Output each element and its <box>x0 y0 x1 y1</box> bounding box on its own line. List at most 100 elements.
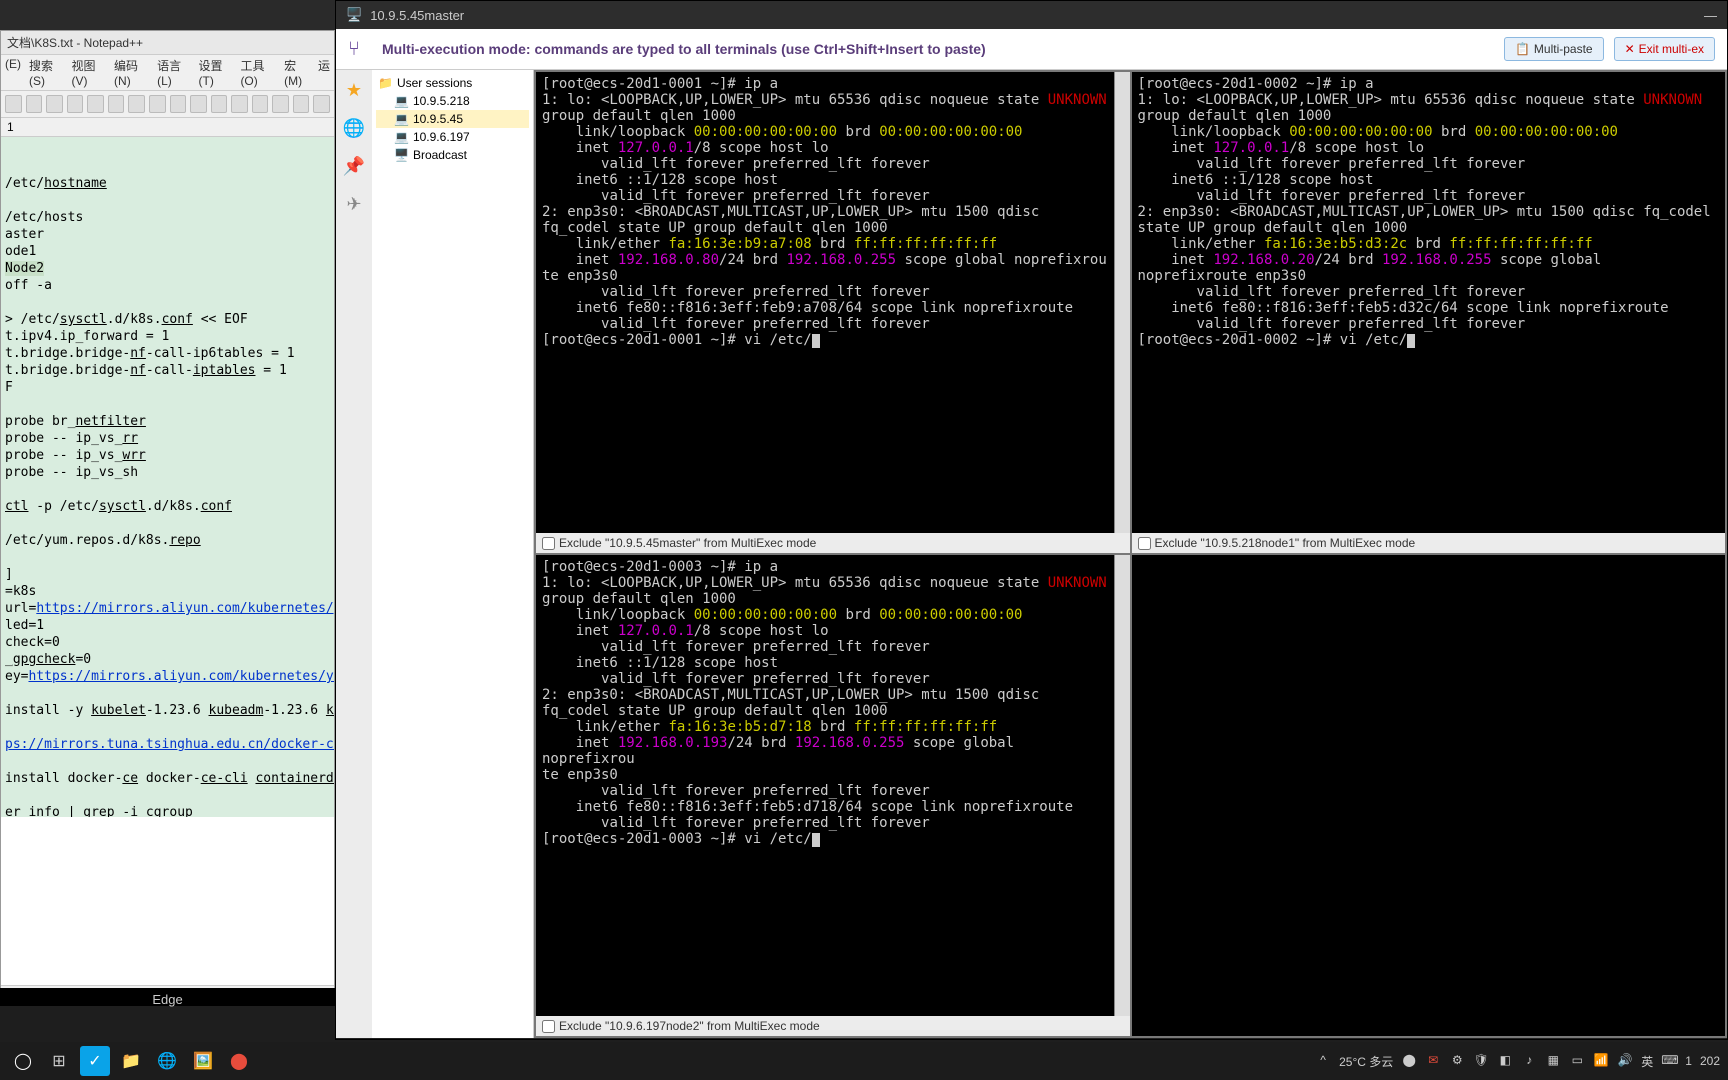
menu-tools[interactable]: 工具(O) <box>240 57 276 88</box>
system-tray[interactable]: ^ 25°C 多云 ⬤ ✉ ⚙ 🛡 ◧ ♪ ▦ ▭ 📶 🔊 英 ⌨ 1 202 <box>1315 1053 1720 1070</box>
menu-macro[interactable]: 宏(M) <box>284 57 310 88</box>
tb-save-icon[interactable] <box>46 95 63 113</box>
tb-wrap-icon[interactable] <box>293 95 310 113</box>
exclude-checkbox-2[interactable] <box>1138 537 1151 550</box>
plane-icon[interactable]: ✈ <box>342 192 366 216</box>
menu-edit[interactable]: (E) <box>5 57 21 88</box>
menu-run[interactable]: 运 <box>318 57 330 88</box>
tray-icon-5[interactable]: ◧ <box>1497 1053 1513 1069</box>
exit-multiexec-button[interactable]: ✕ Exit multi-ex <box>1614 37 1715 61</box>
terminal-3[interactable]: [root@ecs-20d1-0003 ~]# ip a 1: lo: <LOO… <box>536 555 1114 1016</box>
terminal-2-wrap: [root@ecs-20d1-0002 ~]# ip a 1: lo: <LOO… <box>1132 72 1726 553</box>
multi-paste-button[interactable]: 📋 Multi-paste <box>1504 37 1604 61</box>
tray-icon-2[interactable]: ✉ <box>1425 1053 1441 1069</box>
tb-print-icon[interactable] <box>108 95 125 113</box>
moba-window: 🖥️ 10.9.5.45master — ⑂ Multi-execution m… <box>335 0 1728 1040</box>
explorer-icon[interactable]: 📁 <box>116 1046 146 1076</box>
tb-redo-icon[interactable] <box>211 95 228 113</box>
pin-icon[interactable]: 📌 <box>342 154 366 178</box>
edge-icon[interactable]: 🌐 <box>152 1046 182 1076</box>
menu-view[interactable]: 视图(V) <box>72 57 107 88</box>
notepad-title: 文档\K8S.txt - Notepad++ <box>1 31 334 55</box>
minimize-icon[interactable]: — <box>1704 8 1717 23</box>
notepad-menu[interactable]: (E) 搜索(S) 视图(V) 编码(N) 语言(L) 设置(T) 工具(O) … <box>1 55 334 91</box>
menu-language[interactable]: 语言(L) <box>157 57 190 88</box>
tb-close-icon[interactable] <box>87 95 104 113</box>
session-icon: 💻 <box>394 130 409 144</box>
moba-icon: 🖥️ <box>346 7 362 23</box>
star-icon[interactable]: ★ <box>342 78 366 102</box>
folder-icon: 📁 <box>378 76 393 90</box>
menu-settings[interactable]: 设置(T) <box>199 57 233 88</box>
menu-encoding[interactable]: 编码(N) <box>114 57 149 88</box>
exclude-label-2: Exclude "10.9.5.218node1" from MultiExec… <box>1155 536 1416 550</box>
clock-date[interactable]: 202 <box>1700 1054 1720 1068</box>
tray-icon-3[interactable]: ⚙ <box>1449 1053 1465 1069</box>
session-icon: 💻 <box>394 112 409 126</box>
session-10.9.5.45[interactable]: 💻 10.9.5.45 <box>376 110 529 128</box>
clock-time[interactable]: 1 <box>1685 1054 1692 1068</box>
moba-title-text: 10.9.5.45master <box>370 8 464 23</box>
terminal-1-wrap: [root@ecs-20d1-0001 ~]# ip a 1: lo: <LOO… <box>536 72 1130 553</box>
exclude-bar-3[interactable]: Exclude "10.9.6.197node2" from MultiExec… <box>536 1016 1130 1036</box>
tb-rec-icon[interactable] <box>313 95 330 113</box>
tray-icon-1[interactable]: ⬤ <box>1401 1053 1417 1069</box>
app-2-icon[interactable]: 🖼️ <box>188 1046 218 1076</box>
tb-cut-icon[interactable] <box>128 95 145 113</box>
chevron-up-icon[interactable]: ^ <box>1315 1053 1331 1069</box>
shield-icon[interactable]: 🛡 <box>1473 1053 1489 1069</box>
weather[interactable]: 25°C 多云 <box>1339 1053 1393 1070</box>
session-label: Broadcast <box>413 148 467 162</box>
moba-titlebar: 🖥️ 10.9.5.45master — <box>336 1 1727 29</box>
wifi-icon[interactable]: 📶 <box>1593 1053 1609 1069</box>
tb-find-icon[interactable] <box>231 95 248 113</box>
tb-paste-icon[interactable] <box>170 95 187 113</box>
tb-replace-icon[interactable] <box>252 95 269 113</box>
tray-icon-7[interactable]: ▦ <box>1545 1053 1561 1069</box>
tb-saveall-icon[interactable] <box>67 95 84 113</box>
moba-sidebar: ★ 🌐 📌 ✈ <box>336 70 372 1038</box>
terminal-1[interactable]: [root@ecs-20d1-0001 ~]# ip a 1: lo: <LOO… <box>536 72 1114 533</box>
start-button[interactable]: ◯ <box>8 1046 38 1076</box>
tb-undo-icon[interactable] <box>190 95 207 113</box>
folder-label: User sessions <box>397 76 472 90</box>
notepad-tab[interactable]: 1 <box>1 118 334 137</box>
close-icon: ✕ <box>1625 42 1635 56</box>
keyboard-icon[interactable]: ⌨ <box>1661 1053 1677 1069</box>
paste-icon: 📋 <box>1515 42 1530 56</box>
volume-icon[interactable]: 🔊 <box>1617 1053 1633 1069</box>
app-1-icon[interactable]: ✓ <box>80 1046 110 1076</box>
session-10.9.5.218[interactable]: 💻10.9.5.218 <box>376 92 529 110</box>
terminal-2[interactable]: [root@ecs-20d1-0002 ~]# ip a 1: lo: <LOO… <box>1132 72 1726 533</box>
tb-copy-icon[interactable] <box>149 95 166 113</box>
exclude-checkbox-3[interactable] <box>542 1020 555 1033</box>
session-10.9.6.197[interactable]: 💻10.9.6.197 <box>376 128 529 146</box>
lang-indicator[interactable]: 英 <box>1641 1053 1653 1070</box>
tb-zoom-icon[interactable] <box>272 95 289 113</box>
notepad-toolbar[interactable] <box>1 91 334 118</box>
tray-icon-6[interactable]: ♪ <box>1521 1053 1537 1069</box>
session-label: 10.9.5.45 <box>413 112 463 126</box>
scrollbar[interactable] <box>1114 72 1130 533</box>
notepad-window: 文档\K8S.txt - Notepad++ (E) 搜索(S) 视图(V) 编… <box>0 30 335 1005</box>
menu-search[interactable]: 搜索(S) <box>29 57 64 88</box>
tb-new-icon[interactable] <box>5 95 22 113</box>
taskview-icon[interactable]: ⊞ <box>44 1046 74 1076</box>
exclude-bar-2[interactable]: Exclude "10.9.5.218node1" from MultiExec… <box>1132 533 1726 553</box>
session-label: 10.9.5.218 <box>413 94 470 108</box>
notepad-content[interactable]: /etc/hostname /etc/hosts aster ode1 Node… <box>1 137 334 817</box>
session-Broadcast[interactable]: 🖥️Broadcast <box>376 146 529 164</box>
exclude-label-3: Exclude "10.9.6.197node2" from MultiExec… <box>559 1019 820 1033</box>
battery-icon[interactable]: ▭ <box>1569 1053 1585 1069</box>
terminals-grid: [root@ecs-20d1-0001 ~]# ip a 1: lo: <LOO… <box>534 70 1727 1038</box>
scrollbar[interactable] <box>1114 555 1130 1016</box>
tb-open-icon[interactable] <box>26 95 43 113</box>
edge-label: Edge <box>0 988 335 1006</box>
sessions-folder[interactable]: 📁 User sessions <box>376 74 529 92</box>
exclude-bar-1[interactable]: Exclude "10.9.5.45master" from MultiExec… <box>536 533 1130 553</box>
banner-text: Multi-execution mode: commands are typed… <box>382 41 986 57</box>
record-icon[interactable]: ⬤ <box>224 1046 254 1076</box>
terminal-empty <box>1132 555 1726 1036</box>
exclude-checkbox-1[interactable] <box>542 537 555 550</box>
globe-icon[interactable]: 🌐 <box>342 116 366 140</box>
